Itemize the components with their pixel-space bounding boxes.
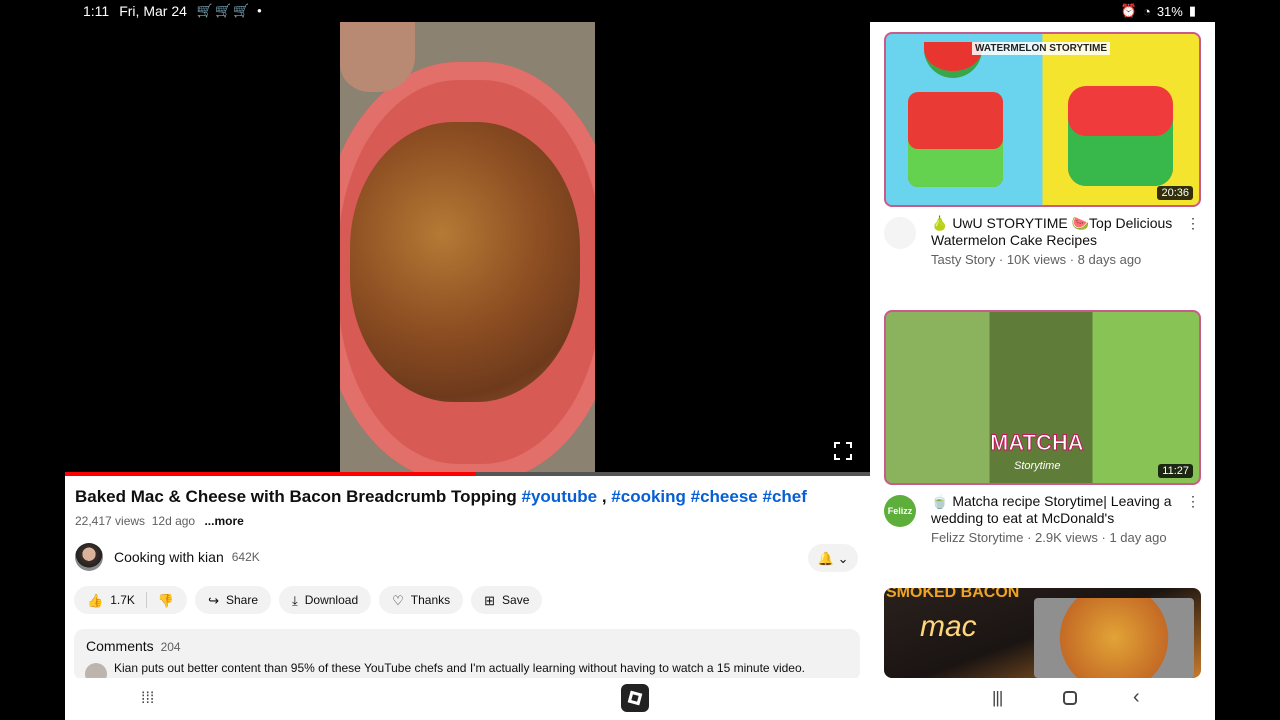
status-bar: 1:11 Fri, Mar 24 🛒🛒🛒 • ⏰ ◔ 31% ▮: [0, 0, 1280, 22]
save-button[interactable]: ⊞ Save: [471, 586, 543, 614]
like-dislike-button[interactable]: 👍 1.7K 👎: [74, 586, 188, 614]
action-bar: 👍 1.7K 👎 ↪ Share ⤓ Download ♡ Thanks ⊞ S…: [74, 586, 543, 614]
recent-apps-icon[interactable]: |||: [992, 688, 1003, 708]
video-frame: [340, 22, 595, 474]
thumbs-up-icon[interactable]: 👍: [87, 594, 103, 607]
subscriber-count: 642K: [231, 550, 260, 564]
hand-image: [340, 22, 415, 92]
status-time: 1:11: [83, 3, 110, 19]
hashtag-cheese[interactable]: #cheese: [691, 487, 758, 506]
roblox-app-icon[interactable]: [621, 684, 649, 712]
alarm-icon: ⏰: [1120, 3, 1137, 18]
breadcrumb-topping-image: [350, 122, 580, 402]
fullscreen-icon[interactable]: [834, 442, 852, 460]
battery-level: 31%: [1156, 3, 1183, 19]
like-count: 1.7K: [110, 593, 135, 607]
comments-section[interactable]: Comments 204 Kian puts out better conten…: [74, 629, 860, 685]
view-count: 22,417 views: [75, 514, 146, 528]
duration-badge: 20:36: [1157, 186, 1193, 200]
wifi-icon: ◔: [1142, 3, 1151, 19]
video-info[interactable]: 🍐 UwU STORYTIME 🍉Top Delicious Watermelo…: [884, 207, 1202, 271]
cake-image: [908, 92, 1003, 187]
more-button[interactable]: ...more: [204, 514, 243, 528]
status-date: Fri, Mar 24: [119, 3, 187, 19]
comments-count: 204: [160, 640, 181, 654]
related-video-card[interactable]: WATERMELON STORYTIME 20:36 🍐 UwU STORYTI…: [884, 32, 1202, 271]
upload-age: 8 days ago: [1077, 252, 1142, 267]
thumbnail-text: SMOKED BACON: [886, 588, 1020, 601]
hashtag-chef[interactable]: #chef: [763, 487, 807, 506]
back-icon[interactable]: ‹: [1133, 686, 1140, 709]
comments-label: Comments: [86, 638, 154, 654]
channel-avatar[interactable]: [75, 543, 103, 571]
video-title-text: Baked Mac & Cheese with Bacon Breadcrumb…: [75, 487, 517, 506]
more-vert-icon[interactable]: ⋮: [1186, 493, 1200, 510]
view-count: 10K views: [1006, 252, 1067, 267]
view-count: 2.9K views: [1035, 530, 1098, 545]
channel-name: Tasty Story: [931, 252, 996, 267]
save-label: Save: [502, 593, 530, 607]
video-meta: 22,417 views 12d ago ...more: [75, 514, 244, 528]
hashtag-separator: ,: [601, 487, 607, 506]
thumbnail-text: MATCHA: [990, 430, 1085, 456]
thumbnail-text: WATERMELON STORYTIME: [972, 42, 1111, 55]
share-button[interactable]: ↪ Share: [195, 586, 271, 614]
video-details: Baked Mac & Cheese with Bacon Breadcrumb…: [65, 476, 870, 685]
video-title[interactable]: Baked Mac & Cheese with Bacon Breadcrumb…: [75, 486, 865, 508]
shopping-cart-icon: 🛒🛒🛒 •: [196, 3, 264, 18]
app-drawer-icon[interactable]: ⁞⁞⁞: [141, 690, 154, 708]
upload-age: 12d ago: [151, 514, 196, 528]
thanks-button[interactable]: ♡ Thanks: [379, 586, 464, 614]
thumbnail-subtext: mac: [920, 610, 977, 643]
heart-dollar-icon: ♡: [392, 592, 404, 608]
channel-avatar[interactable]: Felizz: [884, 495, 916, 527]
video-thumbnail[interactable]: WATERMELON STORYTIME 20:36: [884, 32, 1201, 207]
share-icon: ↪: [208, 592, 219, 608]
duration-badge: 11:27: [1158, 464, 1193, 478]
mac-and-cheese-tray-image: [1034, 598, 1194, 678]
thanks-label: Thanks: [410, 593, 451, 607]
channel-name: Felizz Storytime: [931, 530, 1024, 545]
notification-bell-button[interactable]: 🔔 ⌄: [808, 544, 858, 572]
share-label: Share: [225, 593, 258, 607]
video-info[interactable]: Felizz 🍵 Matcha recipe Storytime| Leavin…: [884, 485, 1202, 549]
download-icon: ⤓: [292, 592, 298, 608]
divider: [145, 592, 147, 608]
video-subtitle: Felizz Storytime · 2.9K views · 1 day ag…: [931, 530, 1167, 545]
chevron-down-icon: ⌄: [837, 550, 849, 566]
thumbs-down-icon[interactable]: 👎: [158, 594, 174, 607]
hashtag-cooking[interactable]: #cooking: [611, 487, 686, 506]
top-comment-text: Kian puts out better content than 95% of…: [114, 661, 805, 675]
comments-header: Comments 204: [86, 638, 181, 654]
related-video-card[interactable]: MATCHA Storytime 11:27 Felizz 🍵 Matcha r…: [884, 310, 1202, 549]
hashtag-youtube[interactable]: #youtube: [522, 487, 598, 506]
android-nav-bar: ⁞⁞⁞ ||| ‹: [65, 678, 1215, 720]
download-button[interactable]: ⤓ Download: [279, 586, 372, 614]
video-player[interactable]: [65, 22, 870, 474]
video-thumbnail[interactable]: MATCHA Storytime 11:27: [884, 310, 1201, 485]
more-vert-icon[interactable]: ⋮: [1186, 215, 1200, 232]
download-label: Download: [304, 593, 359, 607]
battery-icon: ▮: [1188, 3, 1196, 18]
video-thumbnail[interactable]: SMOKED BACON mac: [884, 588, 1201, 678]
video-title[interactable]: 🍐 UwU STORYTIME 🍉Top Delicious Watermelo…: [931, 215, 1181, 249]
add-to-playlist-icon: ⊞: [484, 592, 496, 608]
channel-name[interactable]: Cooking with kian: [114, 549, 224, 565]
cake-image: [1068, 86, 1173, 186]
related-video-card[interactable]: SMOKED BACON mac: [884, 588, 1202, 678]
video-title[interactable]: 🍵 Matcha recipe Storytime| Leaving a wed…: [931, 493, 1181, 527]
related-videos: WATERMELON STORYTIME 20:36 🍐 UwU STORYTI…: [870, 22, 1215, 678]
thumbnail-subtext: Storytime: [1014, 460, 1061, 472]
upload-age: 1 day ago: [1109, 530, 1167, 545]
channel-avatar[interactable]: [884, 217, 916, 249]
video-subtitle: Tasty Story · 10K views · 8 days ago: [931, 252, 1142, 267]
channel-row[interactable]: Cooking with kian 642K: [75, 543, 260, 571]
bell-icon: 🔔: [817, 550, 834, 566]
home-icon[interactable]: [1063, 691, 1077, 705]
